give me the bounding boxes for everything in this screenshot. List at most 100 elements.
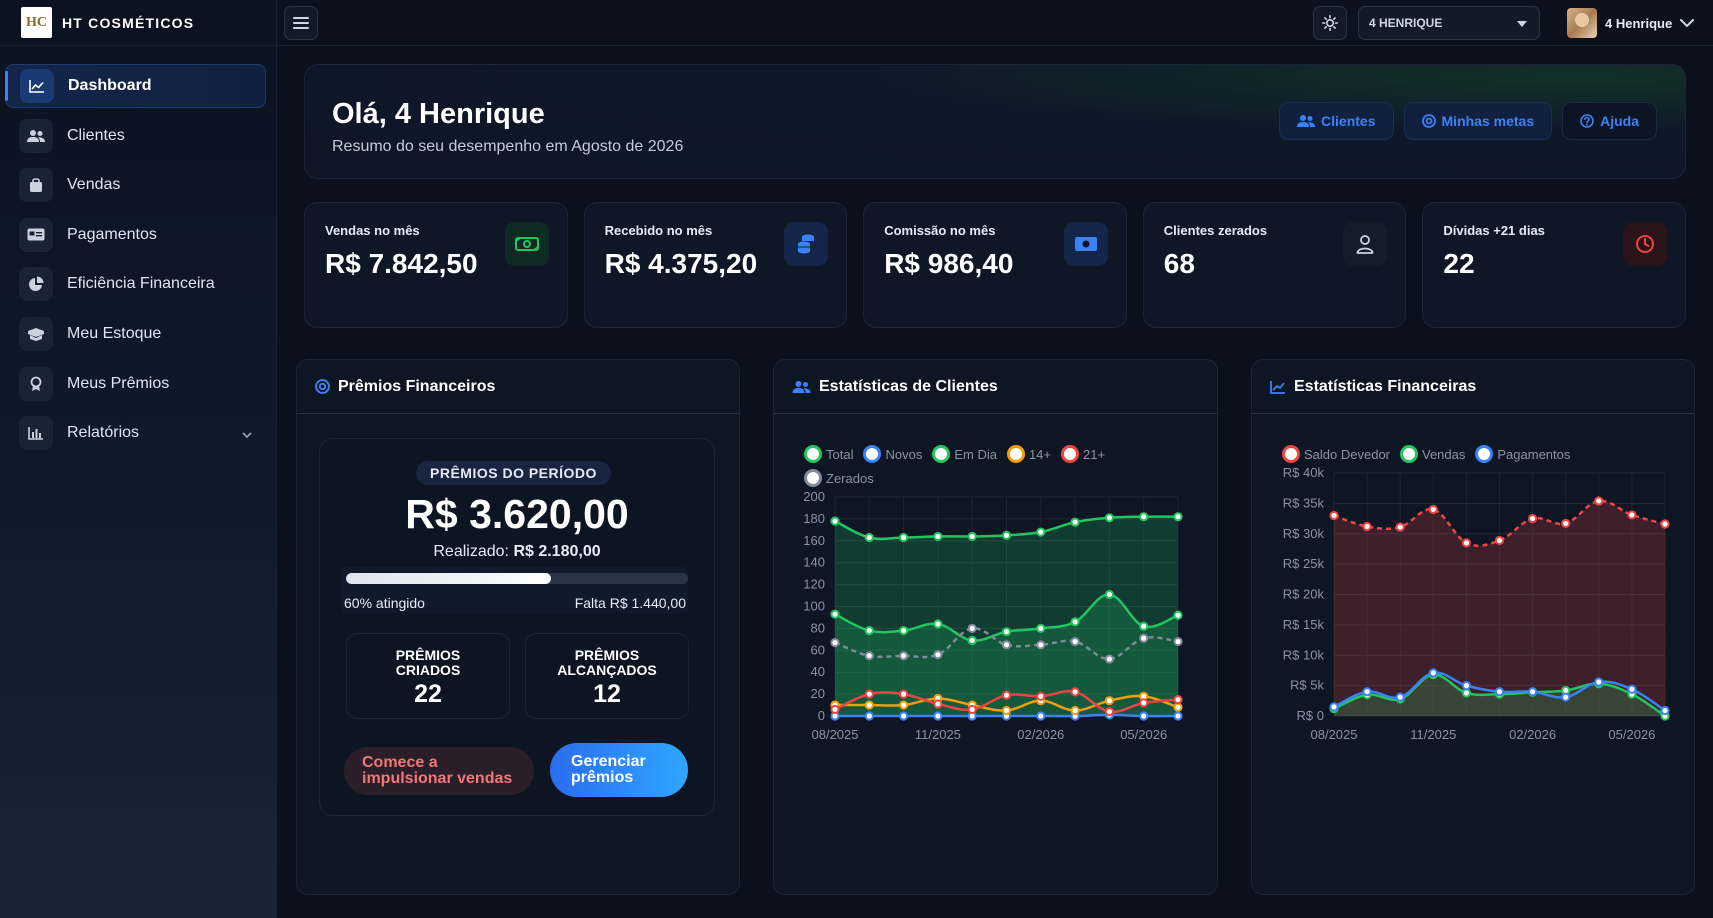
progress-percent-label: 60% atingido <box>344 595 425 611</box>
y-tick-label: R$ 0 <box>1297 708 1324 723</box>
prizes-reached-value: 12 <box>593 680 621 708</box>
data-point <box>899 689 909 699</box>
shopping-bag-icon <box>19 168 53 203</box>
prizes-created-value: 22 <box>414 680 442 708</box>
kpi-value: R$ 4.375,20 <box>604 248 758 279</box>
data-point <box>933 711 943 721</box>
data-point <box>1104 696 1114 706</box>
chevron-down-icon <box>242 425 252 443</box>
data-point <box>1070 517 1080 527</box>
data-point <box>864 689 874 699</box>
fin-stats-chart: R$ 0 R$ 5k R$ 10k R$ 15k R$ 20k R$ 25k R$ 30k R… <box>1283 465 1670 742</box>
prizes-reached-label-line1: PRÊMIOS <box>574 647 640 663</box>
data-point <box>967 623 977 633</box>
data-point <box>933 699 943 709</box>
avatar <box>1567 8 1597 38</box>
data-point <box>1070 705 1080 716</box>
data-point <box>1036 527 1046 537</box>
sidebar-item-meus-premios[interactable]: Meus Prêmios <box>5 362 266 406</box>
data-point <box>1036 711 1046 721</box>
data-point <box>1494 687 1505 697</box>
brand[interactable]: HC HT COSMÉTICOS <box>0 0 276 46</box>
sidebar-item-vendas[interactable]: Vendas <box>5 163 266 207</box>
kpi-card: Comissão no mês R$ 986,40 <box>863 202 1127 328</box>
kpi-label: Comissão no mês <box>884 223 996 238</box>
minhas-metas-button[interactable]: Minhas metas <box>1403 102 1553 140</box>
y-tick-label: R$ 15k <box>1283 617 1325 632</box>
data-point <box>1104 513 1114 523</box>
data-point <box>1173 636 1183 647</box>
profile-menu[interactable]: 4 Henrique <box>1567 8 1695 38</box>
data-point <box>1528 687 1538 697</box>
progress-track <box>346 573 688 584</box>
ajuda-button[interactable]: Ajuda <box>1562 102 1657 140</box>
menu-toggle-button[interactable] <box>284 6 318 40</box>
y-tick-label: 200 <box>803 489 825 504</box>
data-point <box>1104 707 1114 717</box>
data-point <box>1461 688 1471 698</box>
data-point <box>864 532 874 543</box>
data-point <box>933 531 943 542</box>
data-point <box>1494 535 1505 546</box>
data-point <box>1461 538 1471 548</box>
data-point <box>1001 640 1012 650</box>
prizes-reached-label-line2: ALCANÇADOS <box>557 662 657 678</box>
y-tick-label: R$ 40k <box>1283 465 1325 480</box>
prize-realized-label: Realizado: <box>433 543 509 560</box>
y-tick-label: 160 <box>803 533 825 548</box>
data-point <box>1173 610 1183 620</box>
data-point <box>1070 617 1080 627</box>
clientes-button[interactable]: Clientes <box>1279 102 1394 140</box>
profile-name: 4 Henrique <box>1605 15 1673 31</box>
sidebar-item-label: Vendas <box>67 176 121 194</box>
sidebar-item-meu-estoque[interactable]: Meu Estoque <box>5 312 266 356</box>
boost-sales-button[interactable]: Comece a impulsionar vendas <box>344 747 534 795</box>
data-point <box>1104 589 1114 600</box>
pie-chart-icon <box>19 267 53 302</box>
sidebar-item-pagamentos[interactable]: Pagamentos <box>5 213 266 257</box>
data-point <box>967 704 977 715</box>
data-point <box>1070 687 1080 697</box>
data-point <box>1139 512 1149 522</box>
y-tick-label: R$ 20k <box>1283 587 1325 602</box>
data-point <box>830 638 840 648</box>
progress-fill <box>346 573 552 584</box>
manage-prizes-button[interactable]: Gerenciar prêmios <box>550 743 688 797</box>
data-point <box>899 532 909 543</box>
user-select[interactable]: 4 HENRIQUE <box>1358 6 1540 40</box>
data-point <box>1594 677 1604 687</box>
prize-progress: 60% atingido Falta R$ 1.440,00 <box>342 567 688 613</box>
data-point <box>864 711 874 721</box>
kpi-card: Dívidas +21 dias 22 <box>1422 202 1686 328</box>
y-tick-label: 140 <box>803 555 825 570</box>
sidebar-item-dashboard[interactable]: Dashboard <box>5 64 266 108</box>
y-tick-label: R$ 30k <box>1283 526 1325 541</box>
y-tick-label: R$ 5k <box>1290 678 1324 693</box>
data-point <box>933 650 943 660</box>
sidebar-item-label: Pagamentos <box>67 225 157 243</box>
client-stats-chart: 0 20 40 60 80 100 120 140 160 180 200 08/2025 11/202… <box>803 489 1183 742</box>
clock-icon <box>1622 222 1667 266</box>
x-tick-label: 11/2025 <box>915 727 961 742</box>
data-point <box>899 625 909 636</box>
kpi-value: R$ 7.842,50 <box>325 248 478 279</box>
sidebar-item-clientes[interactable]: Clientes <box>5 114 266 158</box>
data-point <box>864 700 874 710</box>
y-tick-label: 0 <box>818 708 825 723</box>
prizes-created-card: PRÊMIOS CRIADOS 22 <box>346 633 510 719</box>
data-point <box>899 700 909 710</box>
y-tick-label: 80 <box>811 620 825 635</box>
data-point <box>1173 512 1183 522</box>
x-tick-label: 11/2025 <box>1410 727 1456 742</box>
data-point <box>1329 702 1339 712</box>
x-tick-label: 08/2025 <box>812 727 859 742</box>
theme-toggle-button[interactable] <box>1313 6 1347 40</box>
data-point <box>1660 705 1670 716</box>
boost-sales-label-line1: Comece a <box>362 754 438 771</box>
data-point <box>899 651 909 661</box>
sidebar-item-eficiencia-financeira[interactable]: Eficiência Financeira <box>5 262 266 306</box>
user-select-value: 4 HENRIQUE <box>1369 16 1443 30</box>
kpi-card: Recebido no mês R$ 4.375,20 <box>583 202 848 328</box>
data-point <box>1173 711 1183 721</box>
sidebar-item-relatorios[interactable]: Relatórios <box>5 411 266 455</box>
